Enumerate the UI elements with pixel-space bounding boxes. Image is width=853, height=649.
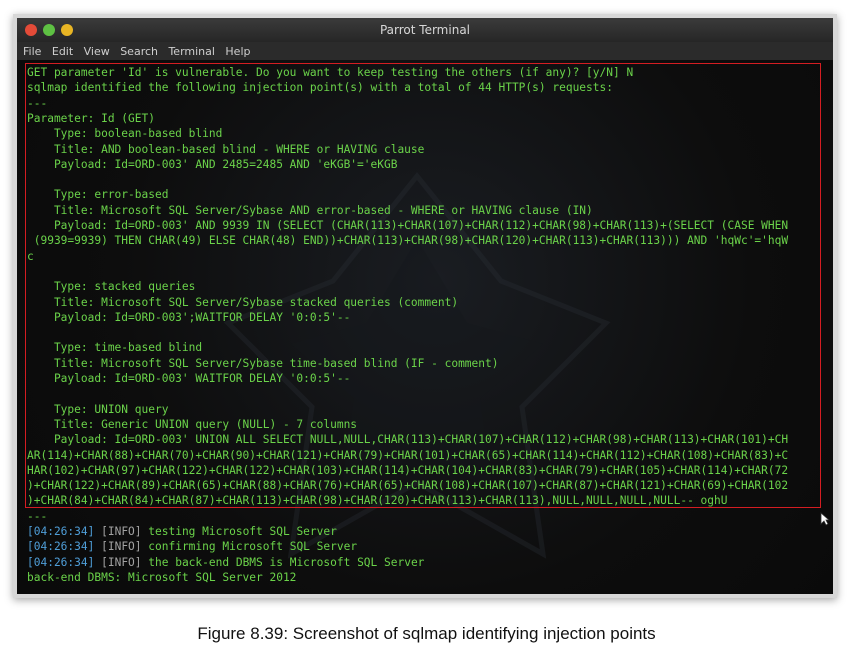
log-timestamp: [04:26:34]	[27, 555, 95, 569]
dbms-result-line: back-end DBMS: Microsoft SQL Server 2012	[27, 570, 297, 584]
terminal-line: Type: stacked queries	[27, 280, 196, 294]
menu-help[interactable]: Help	[225, 45, 250, 58]
log-line: [04:26:34] [INFO] testing Microsoft SQL …	[27, 524, 827, 539]
menu-terminal[interactable]: Terminal	[168, 45, 215, 58]
log-message: the back-end DBMS is Microsoft SQL Serve…	[141, 555, 425, 569]
terminal-line: Title: AND boolean-based blind - WHERE o…	[27, 142, 425, 156]
terminal-line: Payload: Id=ORD-003' WAITFOR DELAY '0:0:…	[27, 372, 351, 385]
figure-caption: Figure 8.39: Screenshot of sqlmap identi…	[197, 624, 656, 643]
terminal-line: ---	[27, 509, 48, 523]
log-timestamp: [04:26:34]	[27, 540, 95, 554]
terminal-line: Title: Generic UNION query (NULL) - 7 co…	[27, 417, 358, 431]
log-timestamp: [04:26:34]	[27, 525, 95, 538]
terminal-line: Type: UNION query	[27, 402, 169, 416]
menu-view[interactable]: View	[84, 45, 110, 58]
terminal-line: )+CHAR(122)+CHAR(89)+CHAR(65)+CHAR(88)+C…	[27, 479, 789, 493]
terminal-line: Title: Microsoft SQL Server/Sybase stack…	[27, 295, 459, 309]
log-message: testing Microsoft SQL Server	[141, 525, 337, 538]
terminal-line: Title: Microsoft SQL Server/Sybase AND e…	[27, 203, 593, 217]
log-message: confirming Microsoft SQL Server	[141, 540, 358, 554]
title-bar: Parrot Terminal	[17, 18, 833, 42]
terminal-line: Parameter: Id (GET)	[27, 111, 155, 125]
terminal-line: (9939=9939) THEN CHAR(49) ELSE CHAR(48) …	[27, 234, 789, 248]
terminal-line: Type: error-based	[27, 188, 169, 202]
mouse-cursor-icon	[820, 512, 830, 526]
terminal-line: ---	[27, 96, 48, 110]
terminal-line: HAR(102)+CHAR(97)+CHAR(122)+CHAR(122)+CH…	[27, 463, 789, 477]
terminal-line: Payload: Id=ORD-003';WAITFOR DELAY '0:0:…	[27, 310, 351, 324]
log-level: [INFO]	[101, 540, 142, 554]
log-line: [04:26:34] [INFO] confirming Microsoft S…	[27, 539, 827, 554]
terminal-window: Parrot Terminal File Edit View Search Te…	[17, 18, 833, 594]
menu-bar: File Edit View Search Terminal Help	[17, 42, 833, 60]
terminal-line: c	[27, 249, 34, 263]
menu-edit[interactable]: Edit	[52, 45, 73, 58]
terminal-line: AR(114)+CHAR(88)+CHAR(70)+CHAR(90)+CHAR(…	[27, 448, 789, 462]
terminal-line: )+CHAR(84)+CHAR(84)+CHAR(87)+CHAR(113)+C…	[27, 494, 728, 508]
window-title: Parrot Terminal	[379, 23, 471, 37]
menu-file[interactable]: File	[23, 45, 41, 58]
menu-search[interactable]: Search	[120, 45, 158, 58]
log-level: [INFO]	[101, 525, 142, 538]
log-level: [INFO]	[101, 555, 142, 569]
terminal-line: Payload: Id=ORD-003' AND 2485=2485 AND '…	[27, 157, 398, 171]
terminal-line: Payload: Id=ORD-003' AND 9939 IN (SELECT…	[27, 219, 789, 232]
log-line: [04:26:34] [INFO] the back-end DBMS is M…	[27, 555, 827, 570]
terminal-line: Type: time-based blind	[27, 341, 203, 355]
terminal-line: Type: boolean-based blind	[27, 127, 223, 141]
terminal-line: sqlmap identified the following injectio…	[27, 81, 613, 95]
terminal-line: Payload: Id=ORD-003' UNION ALL SELECT NU…	[27, 433, 789, 447]
terminal-output[interactable]: GET parameter 'Id' is vulnerable. Do you…	[17, 60, 833, 594]
terminal-line: Title: Microsoft SQL Server/Sybase time-…	[27, 356, 499, 370]
terminal-line: GET parameter 'Id' is vulnerable. Do you…	[27, 66, 634, 79]
